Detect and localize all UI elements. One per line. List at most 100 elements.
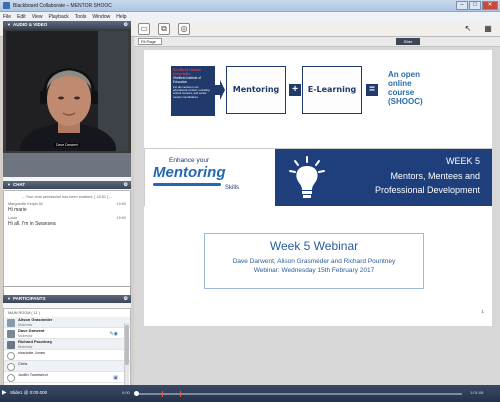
banner-subtitle-2: Professional Development — [374, 185, 480, 195]
participant-name: Chris — [18, 361, 28, 366]
chat-log[interactable]: -- Your chat permission has been enabled… — [3, 190, 131, 299]
collapse-icon[interactable]: ▼ — [7, 295, 11, 303]
participants-header-label: PARTICIPANTS — [12, 296, 46, 301]
play-icon[interactable]: ▶ — [2, 389, 9, 397]
logo-description: For all mentors in an educational contex… — [173, 85, 210, 99]
video-controls-area — [3, 153, 131, 177]
app-share-icon[interactable]: ⧉ — [158, 23, 170, 35]
chat-sender: Marguerite Kelpin #2 — [8, 202, 44, 206]
close-button[interactable]: ✕ — [482, 1, 498, 10]
bb-logo-icon: ▦ — [484, 24, 492, 33]
slide-number: 1 — [481, 309, 484, 314]
banner-swoosh — [153, 183, 221, 186]
chat-header-label: CHAT — [12, 182, 26, 187]
chat-time: 19:00 — [116, 202, 126, 206]
elearning-graphic: E-Learning — [302, 66, 362, 114]
menu-bar: File Edit View Playback Tools Window Hel… — [0, 12, 500, 21]
equals-icon: = — [366, 84, 378, 96]
shooc-text: An open online course (SHOOC) — [388, 70, 423, 106]
webinar-presenters: Dave Darwent, Alison Grasmeder and Richa… — [232, 258, 396, 265]
whiteboard-icon[interactable]: ▭ — [138, 23, 150, 35]
webinar-date: Webinar: Wednesday 15th February 2017 — [253, 267, 375, 274]
timeline-marker — [162, 391, 163, 397]
app-icon — [3, 2, 10, 9]
menu-tools[interactable]: Tools — [75, 14, 87, 20]
window-title: Blackboard Collaborate – MENTOR SHOOC — [13, 2, 112, 9]
slide-tab[interactable]: Slide — [396, 38, 420, 45]
collapse-icon[interactable]: ▼ — [7, 21, 11, 29]
plus-icon: + — [289, 84, 301, 96]
shooc-line: online — [388, 79, 412, 88]
user-icon — [7, 352, 15, 360]
window-controls: – □ ✕ — [456, 1, 498, 10]
maximize-button[interactable]: □ — [469, 1, 481, 10]
arrow-right-icon — [215, 80, 225, 100]
mentoring-label: Mentoring — [232, 85, 280, 94]
participant-row[interactable]: Alison Grasmeder Moderator — [4, 317, 130, 328]
menu-help[interactable]: Help — [116, 14, 126, 20]
menu-edit[interactable]: Edit — [17, 14, 26, 20]
time-end: 1:01:08 — [470, 390, 484, 395]
video-name-label: Dave Darwent — [54, 143, 81, 147]
audio-video-header[interactable]: ▼ AUDIO & VIDEO ⚙ — [3, 21, 131, 29]
course-banner: Enhance your Mentoring Skills WEEK 5 Men… — [144, 148, 492, 207]
user-icon — [7, 374, 15, 382]
timeline-marker — [180, 391, 181, 397]
chat-time: 19:00 — [116, 216, 126, 220]
chat-header[interactable]: ▼ CHAT ⚙ — [3, 181, 131, 189]
web-tour-icon[interactable]: ◎ — [178, 23, 190, 35]
chat-text: Hi all. I'm in Swansea — [8, 221, 56, 227]
participant-row[interactable]: Judith Townsend ▣ — [4, 372, 130, 383]
presenter-video-image — [6, 31, 128, 151]
participant-row[interactable]: Dave Darwent Moderator ✎◉ — [4, 328, 130, 339]
playback-status: Slide1 @ 0:00.000 — [10, 390, 48, 395]
banner-week: WEEK 5 — [445, 156, 480, 166]
chat-message: Marguerite Kelpin #2 19:00 Hi marie — [4, 199, 130, 213]
scroll-thumb[interactable] — [125, 325, 129, 365]
banner-mentoring: Mentoring — [153, 164, 226, 181]
menu-window[interactable]: Window — [92, 14, 110, 20]
participant-row[interactable]: Richard Pountney Moderator — [4, 339, 130, 350]
options-icon[interactable]: ⚙ — [124, 21, 128, 29]
banner-week-panel: WEEK 5 Mentors, Mentees and Professional… — [275, 149, 492, 206]
avatar — [7, 319, 15, 327]
logo-line2: Sheffield Institute of Education — [173, 76, 201, 84]
participant-row[interactable]: Chris — [4, 361, 130, 372]
elearning-label: E-Learning — [307, 85, 357, 94]
banner-brand: Enhance your Mentoring Skills — [145, 149, 275, 207]
menu-file[interactable]: File — [3, 14, 11, 20]
participant-name: charlotte Jones — [18, 350, 46, 355]
webcam-video: Dave Darwent — [6, 31, 128, 151]
whiteboard-pane: Fit Page Slide Sheffield Hallam Universi… — [134, 37, 500, 385]
time-start: 0:00 — [122, 390, 130, 395]
banner-skills: Skills — [225, 185, 240, 191]
timeline-knob[interactable] — [134, 391, 139, 396]
room-label: MAIN ROOM ( 11 ) — [8, 311, 40, 315]
avatar — [7, 341, 15, 349]
menu-playback[interactable]: Playback — [48, 14, 68, 20]
menu-view[interactable]: View — [32, 14, 43, 20]
options-icon[interactable]: ⚙ — [124, 181, 128, 189]
video-panel: Dave Darwent — [3, 29, 131, 177]
banner-subtitle-1: Mentors, Mentees and — [390, 171, 480, 181]
chat-sender: Louie — [8, 216, 18, 220]
whiteboard-toolbar: Fit Page Slide — [134, 37, 500, 47]
shooc-line: (SHOOC) — [388, 97, 423, 106]
participant-role: Moderator — [18, 323, 33, 327]
minimize-button[interactable]: – — [456, 1, 468, 10]
shooc-line: An open — [388, 70, 420, 79]
title-bar: Blackboard Collaborate – MENTOR SHOOC – … — [0, 0, 500, 12]
university-logo: Sheffield Hallam University Sheffield In… — [171, 66, 215, 116]
participant-row[interactable]: charlotte Jones — [4, 350, 130, 361]
slide-canvas: Sheffield Hallam University Sheffield In… — [144, 50, 492, 326]
zoom-select[interactable]: Fit Page — [138, 38, 162, 45]
talking-icon: ✎◉ — [109, 331, 118, 337]
playback-timeline[interactable] — [134, 391, 462, 397]
options-icon[interactable]: ⚙ — [124, 295, 128, 303]
playback-bar: ▶ Slide1 @ 0:00.000 0:00 1:01:08 — [0, 385, 500, 402]
lightbulb-icon — [289, 156, 325, 198]
participants-header[interactable]: ▼ PARTICIPANTS ⚙ — [3, 295, 131, 303]
avatar — [7, 330, 15, 338]
collapse-icon[interactable]: ▼ — [7, 181, 11, 189]
pointer-icon[interactable]: ↖ — [462, 23, 474, 35]
